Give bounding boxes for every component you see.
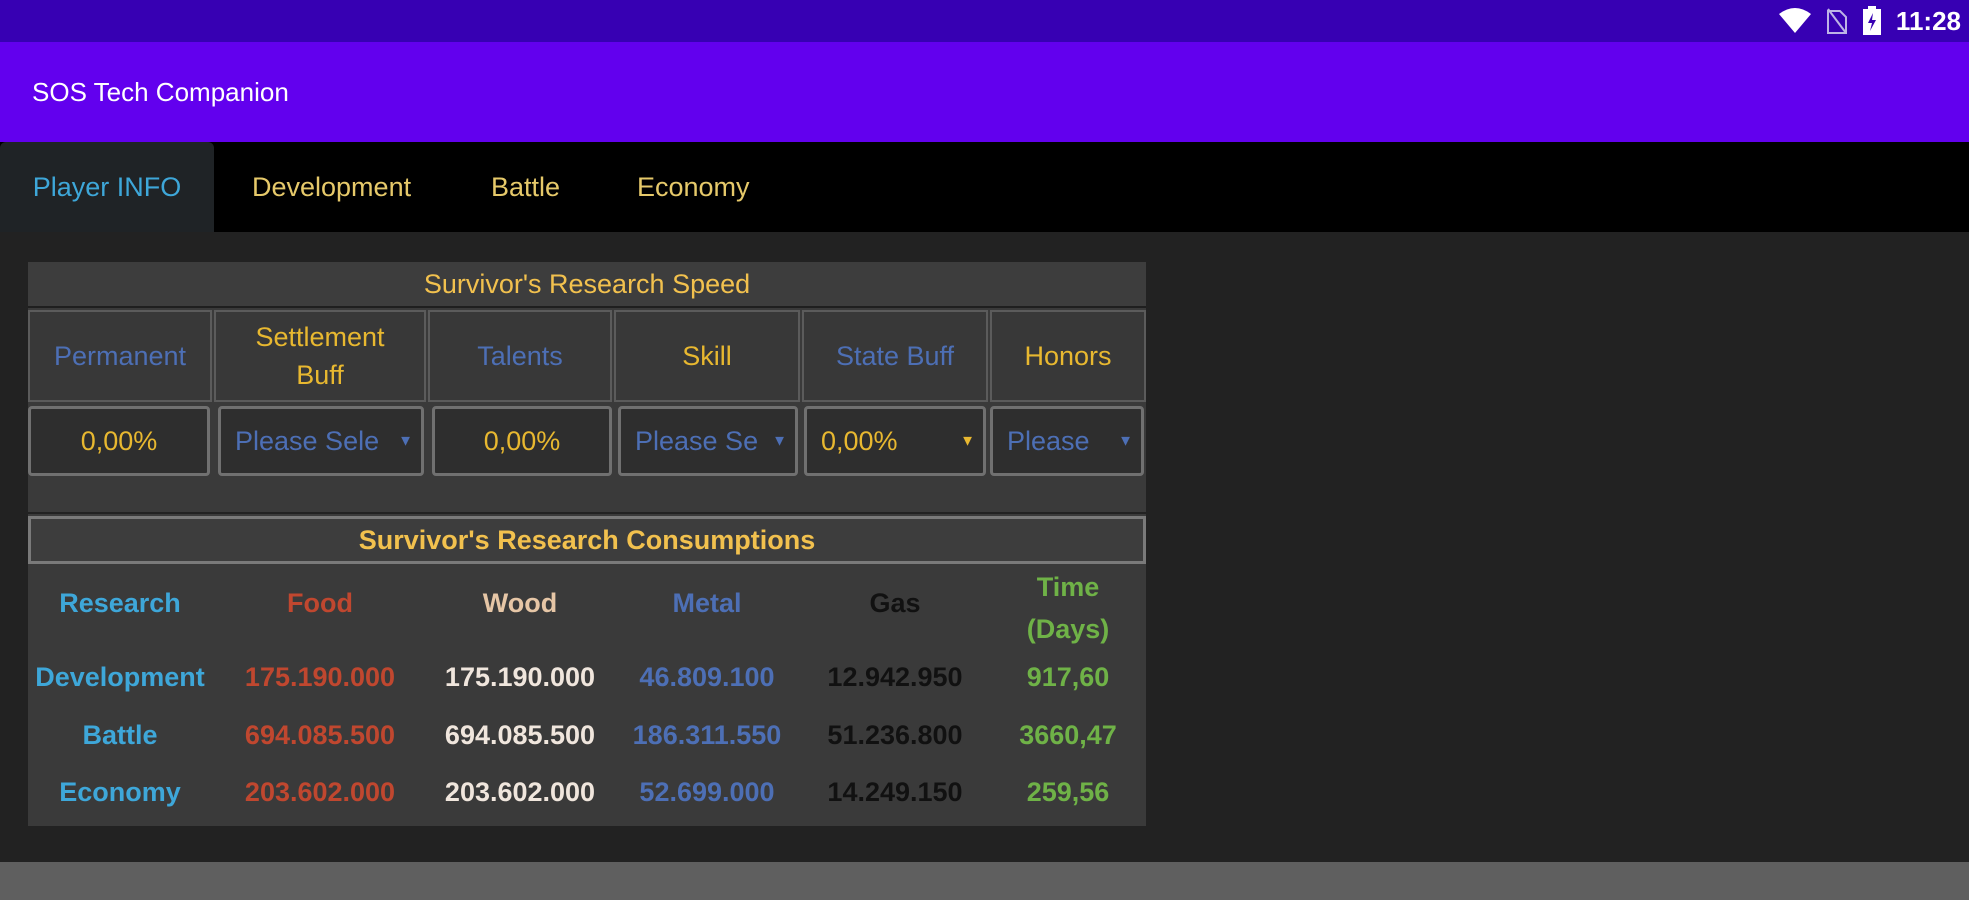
- row-battle-gas: 51.236.800: [827, 720, 963, 750]
- app-bar: SOS Tech Companion: [0, 42, 1969, 142]
- col-header-metal: Metal: [672, 588, 742, 618]
- dropdown-arrow-icon: ▼: [772, 432, 787, 450]
- header-talents: Talents: [428, 310, 612, 402]
- status-time: 11:28: [1895, 5, 1961, 36]
- col-header-food: Food: [287, 588, 353, 618]
- research-speed-title: Survivor's Research Speed: [28, 262, 1146, 308]
- settlement-buff-value: Please Sele: [235, 425, 380, 456]
- dropdown-arrow-icon: ▼: [398, 432, 413, 450]
- status-icons: 11:28: [1778, 0, 1969, 42]
- row-battle-food: 694.085.500: [244, 720, 396, 750]
- header-settlement-buff: Settlement Buff: [214, 310, 426, 402]
- row-economy-metal: 52.699.000: [639, 777, 775, 807]
- settlement-buff-dropdown[interactable]: Please Sele ▼: [218, 406, 424, 476]
- state-buff-value: 0,00%: [821, 425, 898, 456]
- header-state-buff: State Buff: [802, 310, 988, 402]
- col-header-time: Time (Days): [1026, 572, 1110, 644]
- row-development-wood: 175.190.000: [444, 662, 596, 692]
- permanent-field[interactable]: 0,00%: [28, 406, 210, 476]
- dropdown-arrow-icon: ▼: [1118, 432, 1133, 450]
- no-sim-icon: [1826, 7, 1848, 35]
- research-speed-panel: Survivor's Research Speed Permanent Sett…: [28, 262, 1146, 512]
- tab-player-info[interactable]: Player INFO: [0, 142, 214, 232]
- research-consumptions-title: Survivor's Research Consumptions: [28, 516, 1146, 564]
- row-battle-wood: 694.085.500: [444, 720, 596, 750]
- wifi-icon: [1778, 8, 1812, 34]
- row-development-food: 175.190.000: [244, 662, 396, 692]
- row-development-gas: 12.942.950: [827, 662, 963, 692]
- honors-dropdown[interactable]: Please ▼: [990, 406, 1144, 476]
- talents-value: 0,00%: [483, 425, 561, 456]
- tab-bar: Player INFO Development Battle Economy: [0, 142, 1969, 232]
- row-battle-metal: 186.311.550: [632, 720, 782, 750]
- research-consumptions-panel: Survivor's Research Consumptions Researc…: [28, 514, 1146, 826]
- state-buff-dropdown[interactable]: 0,00% ▼: [804, 406, 986, 476]
- col-header-wood: Wood: [482, 588, 558, 618]
- app-title: SOS Tech Companion: [32, 77, 289, 107]
- skill-value: Please Se: [635, 425, 759, 456]
- row-economy-food: 203.602.000: [244, 777, 396, 807]
- tab-economy[interactable]: Economy: [637, 142, 750, 232]
- row-development-label: Development: [35, 662, 205, 692]
- col-header-research: Research: [59, 588, 181, 618]
- permanent-value: 0,00%: [80, 425, 158, 456]
- col-header-gas: Gas: [869, 588, 921, 618]
- tab-battle[interactable]: Battle: [491, 142, 560, 232]
- row-economy-time: 259,56: [1026, 777, 1110, 807]
- header-skill: Skill: [614, 310, 800, 402]
- row-development-metal: 46.809.100: [639, 662, 775, 692]
- skill-dropdown[interactable]: Please Se ▼: [618, 406, 798, 476]
- tab-development[interactable]: Development: [252, 142, 411, 232]
- dropdown-arrow-icon: ▼: [960, 432, 975, 450]
- row-economy-gas: 14.249.150: [827, 777, 963, 807]
- row-economy-label: Economy: [59, 777, 181, 807]
- row-development-time: 917,60: [1026, 662, 1110, 692]
- honors-value: Please: [1007, 425, 1090, 456]
- row-battle-label: Battle: [82, 720, 158, 750]
- bottom-bar: [0, 862, 1969, 900]
- header-honors: Honors: [990, 310, 1146, 402]
- talents-field[interactable]: 0,00%: [432, 406, 612, 476]
- battery-icon: [1862, 6, 1882, 36]
- header-permanent: Permanent: [28, 310, 212, 402]
- row-battle-time: 3660,47: [1019, 720, 1117, 750]
- status-bar: 11:28: [0, 0, 1969, 42]
- row-economy-wood: 203.602.000: [444, 777, 596, 807]
